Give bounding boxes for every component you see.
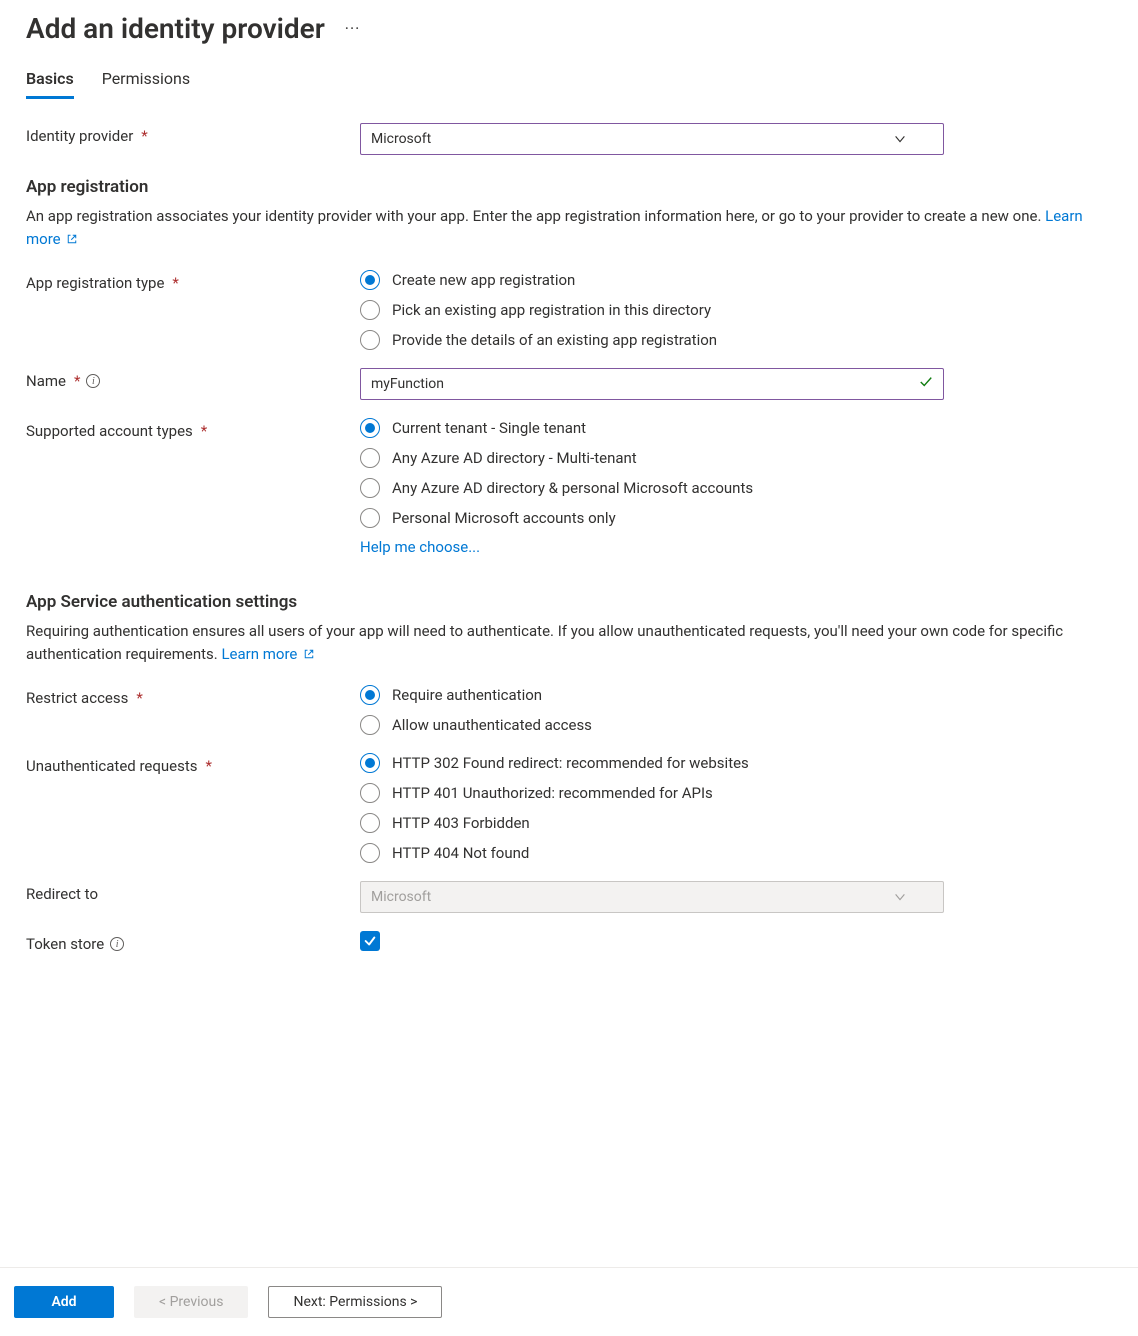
tab-bar: Basics Permissions xyxy=(26,69,1112,99)
auth-settings-heading: App Service authentication settings xyxy=(26,592,1112,612)
radio-circle-icon xyxy=(360,753,380,773)
page-title: Add an identity provider xyxy=(26,12,325,45)
unauth-requests-group: HTTP 302 Found redirect: recommended for… xyxy=(360,753,944,863)
supported-account-types-group: Current tenant - Single tenant Any Azure… xyxy=(360,418,944,528)
info-icon[interactable]: i xyxy=(110,937,124,951)
radio-multi-personal[interactable]: Any Azure AD directory & personal Micros… xyxy=(360,478,944,498)
radio-circle-icon xyxy=(360,448,380,468)
chevron-down-icon xyxy=(893,890,907,904)
restrict-access-label: Restrict access* xyxy=(26,685,360,707)
token-store-label: Token store i xyxy=(26,931,360,953)
token-store-checkbox[interactable] xyxy=(360,931,380,951)
radio-circle-icon xyxy=(360,330,380,350)
previous-button: < Previous xyxy=(134,1286,248,1318)
identity-provider-select[interactable]: Microsoft xyxy=(360,123,944,155)
radio-circle-icon xyxy=(360,418,380,438)
radio-http-404[interactable]: HTTP 404 Not found xyxy=(360,843,944,863)
radio-circle-icon xyxy=(360,783,380,803)
radio-provide-details[interactable]: Provide the details of an existing app r… xyxy=(360,330,944,350)
radio-circle-icon xyxy=(360,715,380,735)
chevron-down-icon xyxy=(893,132,907,146)
radio-http-302[interactable]: HTTP 302 Found redirect: recommended for… xyxy=(360,753,944,773)
add-button[interactable]: Add xyxy=(14,1286,114,1318)
radio-http-403[interactable]: HTTP 403 Forbidden xyxy=(360,813,944,833)
radio-allow-unauth[interactable]: Allow unauthenticated access xyxy=(360,715,944,735)
radio-multi-tenant[interactable]: Any Azure AD directory - Multi-tenant xyxy=(360,448,944,468)
radio-create-new[interactable]: Create new app registration xyxy=(360,270,944,290)
tab-basics[interactable]: Basics xyxy=(26,69,74,99)
radio-single-tenant[interactable]: Current tenant - Single tenant xyxy=(360,418,944,438)
footer-bar: Add < Previous Next: Permissions > xyxy=(0,1267,1138,1336)
radio-circle-icon xyxy=(360,508,380,528)
app-registration-type-label: App registration type* xyxy=(26,270,360,292)
unauth-requests-label: Unauthenticated requests* xyxy=(26,753,360,775)
auth-settings-learn-more-link[interactable]: Learn more xyxy=(221,645,315,663)
radio-circle-icon xyxy=(360,685,380,705)
supported-account-types-label: Supported account types* xyxy=(26,418,360,440)
external-link-icon xyxy=(301,645,315,663)
radio-circle-icon xyxy=(360,843,380,863)
more-actions-icon[interactable]: ··· xyxy=(345,19,361,38)
radio-require-auth[interactable]: Require authentication xyxy=(360,685,944,705)
next-permissions-button[interactable]: Next: Permissions > xyxy=(268,1286,442,1318)
radio-circle-icon xyxy=(360,300,380,320)
info-icon[interactable]: i xyxy=(86,374,100,388)
auth-settings-description: Requiring authentication ensures all use… xyxy=(26,620,1086,665)
restrict-access-group: Require authentication Allow unauthentic… xyxy=(360,685,944,735)
app-registration-description: An app registration associates your iden… xyxy=(26,205,1086,250)
redirect-to-select: Microsoft xyxy=(360,881,944,913)
external-link-icon xyxy=(64,230,78,248)
radio-personal-only[interactable]: Personal Microsoft accounts only xyxy=(360,508,944,528)
identity-provider-label: Identity provider* xyxy=(26,123,360,145)
redirect-to-label: Redirect to xyxy=(26,881,360,903)
tab-permissions[interactable]: Permissions xyxy=(102,69,190,99)
radio-pick-existing[interactable]: Pick an existing app registration in thi… xyxy=(360,300,944,320)
radio-circle-icon xyxy=(360,270,380,290)
app-registration-heading: App registration xyxy=(26,177,1112,197)
name-input[interactable]: myFunction xyxy=(360,368,944,400)
radio-http-401[interactable]: HTTP 401 Unauthorized: recommended for A… xyxy=(360,783,944,803)
help-me-choose-link[interactable]: Help me choose... xyxy=(360,538,480,556)
radio-circle-icon xyxy=(360,478,380,498)
name-label: Name* i xyxy=(26,368,360,390)
valid-check-icon xyxy=(919,375,933,393)
radio-circle-icon xyxy=(360,813,380,833)
app-registration-type-group: Create new app registration Pick an exis… xyxy=(360,270,944,350)
